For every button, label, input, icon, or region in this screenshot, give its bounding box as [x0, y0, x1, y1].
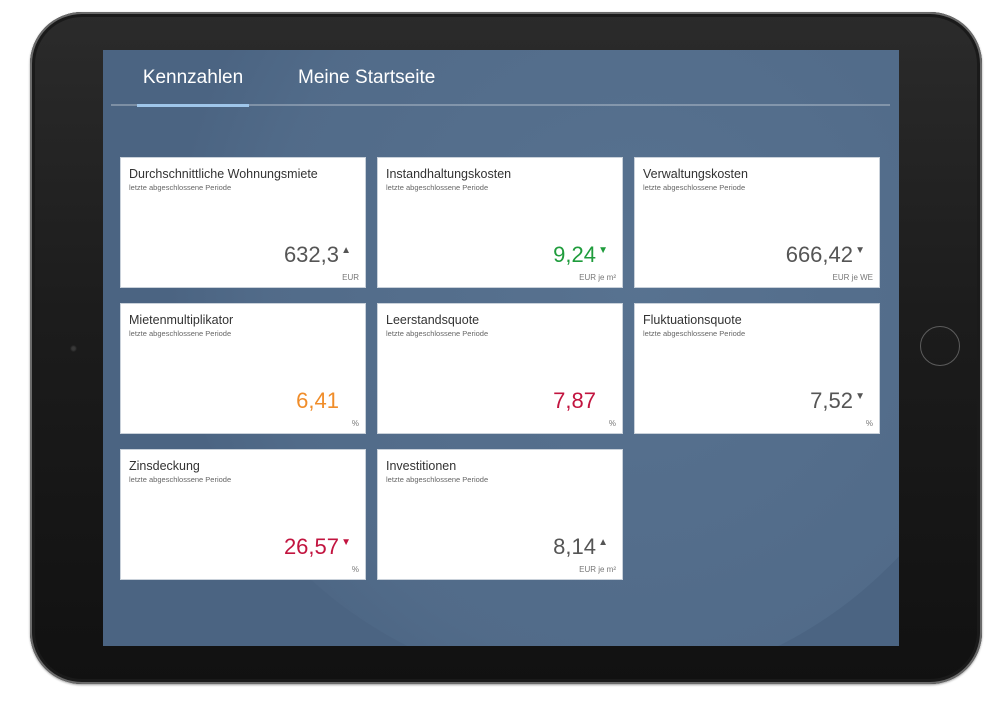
- kpi-tile-verwaltungskosten[interactable]: Verwaltungskosten letzte abgeschlossene …: [634, 157, 880, 288]
- kpi-title: Verwaltungskosten: [643, 167, 748, 181]
- kpi-unit: %: [865, 419, 873, 428]
- kpi-value: 632,3: [283, 242, 339, 267]
- tab-bar: Kennzahlen Meine Startseite: [111, 50, 890, 107]
- kpi-subtitle: letzte abgeschlossene Periode: [129, 329, 232, 338]
- kpi-unit: EUR je WE: [832, 273, 873, 282]
- kpi-title: Zinsdeckung: [129, 459, 200, 473]
- tab-meine-startseite[interactable]: Meine Startseite: [298, 67, 435, 104]
- trend-down-icon: ▼: [598, 245, 608, 256]
- kpi-value: 6,41: [296, 388, 339, 413]
- trend-down-icon: ▼: [855, 391, 865, 402]
- kpi-unit: %: [351, 565, 359, 574]
- kpi-unit: EUR je m²: [579, 565, 616, 574]
- trend-down-icon: ▼: [855, 245, 865, 256]
- kpi-value: 8,14: [553, 534, 596, 559]
- kpi-subtitle: letzte abgeschlossene Periode: [386, 475, 489, 484]
- kpi-title: Investitionen: [386, 459, 457, 473]
- kpi-value: 7,87: [553, 388, 596, 413]
- kpi-tile-wohnungsmiete[interactable]: Durchschnittliche Wohnungsmiete letzte a…: [120, 157, 366, 288]
- kpi-tile-zinsdeckung[interactable]: Zinsdeckung letzte abgeschlossene Period…: [120, 449, 366, 580]
- kpi-title: Fluktuationsquote: [643, 313, 742, 327]
- tab-kennzahlen[interactable]: Kennzahlen: [137, 67, 249, 107]
- kpi-subtitle: letzte abgeschlossene Periode: [129, 475, 232, 484]
- kpi-value: 26,57: [283, 534, 339, 559]
- kpi-subtitle: letzte abgeschlossene Periode: [643, 329, 746, 338]
- kpi-subtitle: letzte abgeschlossene Periode: [129, 183, 232, 192]
- kpi-subtitle: letzte abgeschlossene Periode: [386, 329, 489, 338]
- kpi-tile-instandhaltungskosten[interactable]: Instandhaltungskosten letzte abgeschloss…: [377, 157, 623, 288]
- kpi-value: 7,52: [810, 388, 853, 413]
- trend-up-icon: ▲: [341, 245, 351, 256]
- kpi-unit: %: [608, 419, 616, 428]
- home-button[interactable]: [920, 326, 960, 366]
- trend-down-icon: ▼: [341, 537, 351, 548]
- trend-up-icon: ▲: [598, 537, 608, 548]
- kpi-subtitle: letzte abgeschlossene Periode: [386, 183, 489, 192]
- kpi-tile-mietenmultiplikator[interactable]: Mietenmultiplikator letzte abgeschlossen…: [120, 303, 366, 434]
- kpi-unit: EUR je m²: [579, 273, 616, 282]
- kpi-unit: %: [351, 419, 359, 428]
- kpi-value: 666,42: [785, 242, 853, 267]
- kpi-value: 9,24: [553, 242, 596, 267]
- kpi-title: Instandhaltungskosten: [386, 167, 512, 181]
- kpi-tile-investitionen[interactable]: Investitionen letzte abgeschlossene Peri…: [377, 449, 623, 580]
- kpi-unit: EUR: [342, 273, 359, 282]
- kpi-title: Mietenmultiplikator: [129, 313, 234, 327]
- camera-dot: [70, 345, 77, 352]
- app-screen: Kennzahlen Meine Startseite Durchschnitt…: [103, 50, 899, 646]
- kpi-title: Durchschnittliche Wohnungsmiete: [129, 167, 318, 181]
- kpi-tile-leerstandsquote[interactable]: Leerstandsquote letzte abgeschlossene Pe…: [377, 303, 623, 434]
- kpi-title: Leerstandsquote: [386, 313, 480, 327]
- kpi-subtitle: letzte abgeschlossene Periode: [643, 183, 746, 192]
- kpi-tile-fluktuationsquote[interactable]: Fluktuationsquote letzte abgeschlossene …: [634, 303, 880, 434]
